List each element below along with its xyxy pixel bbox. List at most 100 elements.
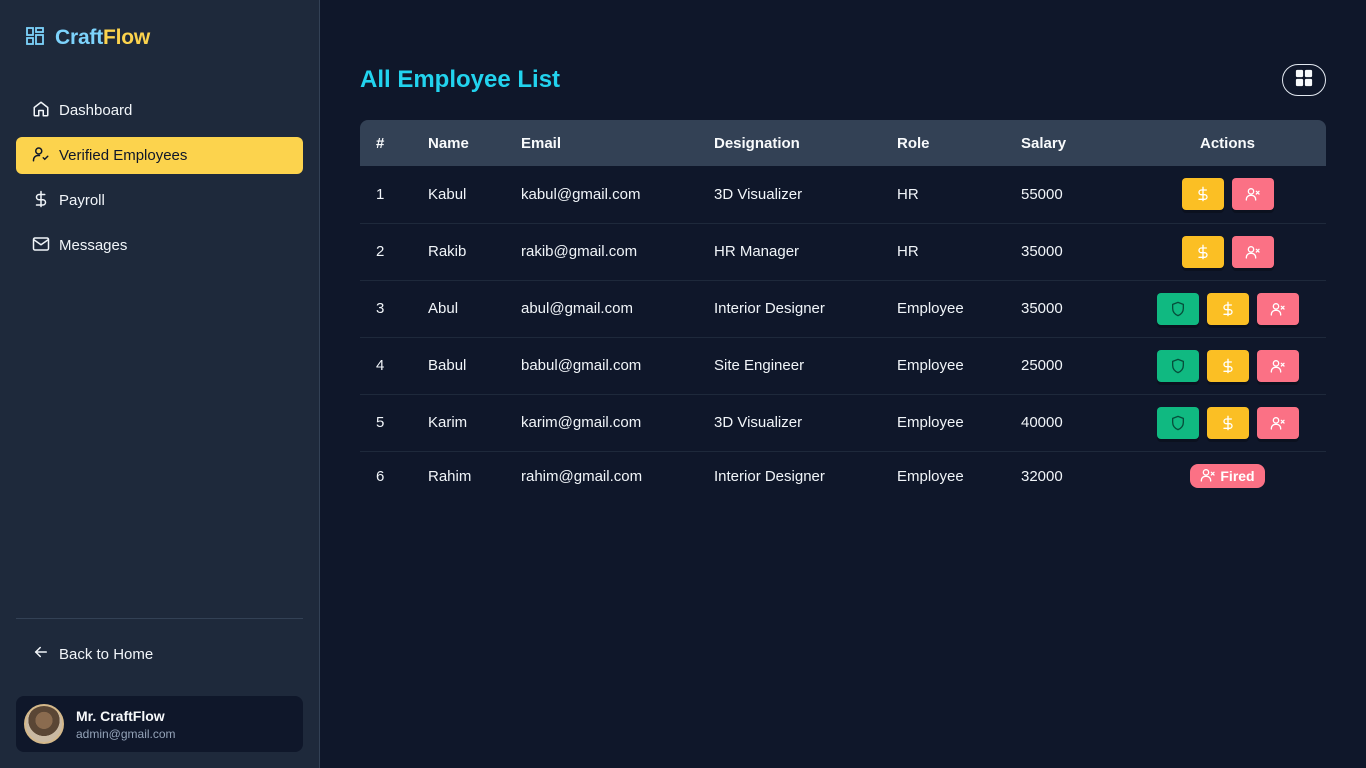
pay-button[interactable] <box>1206 406 1249 439</box>
pay-button[interactable] <box>1206 349 1249 382</box>
cell-name: Abul <box>428 280 521 338</box>
user-x-icon <box>1245 244 1261 260</box>
back-to-home-label: Back to Home <box>59 645 154 663</box>
page-title: All Employee List <box>360 66 561 93</box>
table-header-row: # Name Email Designation Role Salary Act… <box>360 120 1326 166</box>
cell-role: Employee <box>897 467 964 485</box>
arrow-left-icon <box>32 643 50 665</box>
user-info: Mr. CraftFlow admin@gmail.com <box>76 708 176 741</box>
mail-icon <box>32 235 50 257</box>
fire-button[interactable] <box>1231 235 1274 268</box>
brand-name: CraftFlow <box>55 26 150 50</box>
user-x-icon <box>1270 301 1286 317</box>
cell-actions <box>1129 166 1326 224</box>
fire-button[interactable] <box>1231 178 1274 211</box>
fire-button[interactable] <box>1256 406 1299 439</box>
cell-designation: 3D Visualizer <box>714 166 897 224</box>
table-row: 2 Rakib rakib@gmail.com HR Manager HR 35000 <box>360 223 1326 281</box>
dashboard-grid-icon <box>25 26 45 51</box>
user-x-icon <box>1270 415 1286 431</box>
cell-designation: Site Engineer <box>714 337 897 395</box>
cell-actions <box>1129 394 1326 452</box>
cell-email: babul@gmail.com <box>521 337 714 395</box>
user-name: Mr. CraftFlow <box>76 707 165 724</box>
header-actions: Actions <box>1199 134 1255 152</box>
brand-name-part1: Craft <box>55 26 104 49</box>
sidebar-item-payroll[interactable]: Payroll <box>16 182 303 219</box>
sidebar-item-messages[interactable]: Messages <box>16 227 303 264</box>
cell-number: 4 <box>360 337 428 395</box>
cell-number: 2 <box>360 223 428 281</box>
cell-number: 6 <box>376 467 385 485</box>
cell-number: 3 <box>360 280 428 338</box>
sidebar-item-label: Payroll <box>59 192 105 209</box>
action-buttons <box>1181 235 1274 268</box>
header-role: Role <box>897 134 930 152</box>
user-check-icon <box>32 145 50 167</box>
dollar-icon <box>1220 301 1236 317</box>
shield-icon <box>1170 415 1186 431</box>
avatar <box>24 704 64 744</box>
table-row: 1 Kabul kabul@gmail.com 3D Visualizer HR 5500… <box>360 166 1326 224</box>
table-row: 5 Karim karim@gmail.com 3D Visualizer Employ… <box>360 394 1326 452</box>
cell-number: 5 <box>360 394 428 452</box>
action-buttons <box>1156 349 1299 382</box>
cell-name: Kabul <box>428 166 521 224</box>
pay-button[interactable] <box>1181 235 1224 268</box>
cell-email: kabul@gmail.com <box>521 166 714 224</box>
brand-name-part2: Flow <box>103 26 151 49</box>
sidebar-item-label: Dashboard <box>59 102 133 119</box>
view-toggle-button[interactable] <box>1282 64 1326 96</box>
grid-icon <box>1295 69 1313 92</box>
user-x-icon <box>1270 358 1286 374</box>
employee-table-container: # Name Email Designation Role Salary Act… <box>360 120 1326 501</box>
cell-designation: Interior Designer <box>714 467 825 485</box>
header-salary: Salary <box>1021 134 1067 152</box>
sidebar-item-dashboard[interactable]: Dashboard <box>16 92 303 129</box>
sidebar-nav: Dashboard Verified Employees Payroll Mes… <box>16 92 303 272</box>
cell-actions: Fired <box>1129 451 1326 501</box>
cell-email: karim@gmail.com <box>521 394 714 452</box>
cell-salary: 32000 <box>1021 467 1063 485</box>
table-row: 3 Abul abul@gmail.com Interior Designer Empl… <box>360 280 1326 338</box>
user-profile-card[interactable]: Mr. CraftFlow admin@gmail.com <box>16 696 303 752</box>
cell-salary: 25000 <box>1021 337 1129 395</box>
dollar-icon <box>1220 415 1236 431</box>
fire-button[interactable] <box>1256 349 1299 382</box>
fired-badge: Fired <box>1190 464 1265 489</box>
brand-logo[interactable]: CraftFlow <box>25 26 150 51</box>
cell-role: HR <box>897 166 1021 224</box>
cell-actions <box>1129 280 1326 338</box>
cell-name: Rakib <box>428 223 521 281</box>
cell-number: 1 <box>360 166 428 224</box>
dollar-icon <box>1220 358 1236 374</box>
user-email: admin@gmail.com <box>76 726 176 741</box>
cell-designation: 3D Visualizer <box>714 394 897 452</box>
header-number: # <box>376 134 385 152</box>
cell-designation: HR Manager <box>714 223 897 281</box>
table-body: 1 Kabul kabul@gmail.com 3D Visualizer HR 5500… <box>360 166 1326 501</box>
cell-name: Rahim <box>428 467 472 485</box>
user-x-icon <box>1245 186 1261 202</box>
cell-role: Employee <box>897 280 1021 338</box>
sidebar: CraftFlow Dashboard Verified Employees P… <box>0 0 320 768</box>
dollar-icon <box>1195 244 1211 260</box>
pay-button[interactable] <box>1206 292 1249 325</box>
make-hr-button[interactable] <box>1156 406 1199 439</box>
header-name: Name <box>428 134 469 152</box>
make-hr-button[interactable] <box>1156 292 1199 325</box>
table-row: 4 Babul babul@gmail.com Site Engineer Employ… <box>360 337 1326 395</box>
pay-button[interactable] <box>1181 178 1224 211</box>
user-x-icon <box>1200 467 1216 486</box>
cell-name: Babul <box>428 337 521 395</box>
back-to-home-link[interactable]: Back to Home <box>16 636 303 672</box>
cell-email: rakib@gmail.com <box>521 223 714 281</box>
employee-table: # Name Email Designation Role Salary Act… <box>360 120 1326 501</box>
sidebar-item-label: Verified Employees <box>59 147 188 164</box>
make-hr-button[interactable] <box>1156 349 1199 382</box>
sidebar-item-label: Messages <box>59 237 128 254</box>
fire-button[interactable] <box>1256 292 1299 325</box>
header-designation: Designation <box>714 134 800 152</box>
cell-role: Employee <box>897 394 1021 452</box>
sidebar-item-verified-employees[interactable]: Verified Employees <box>16 137 303 174</box>
